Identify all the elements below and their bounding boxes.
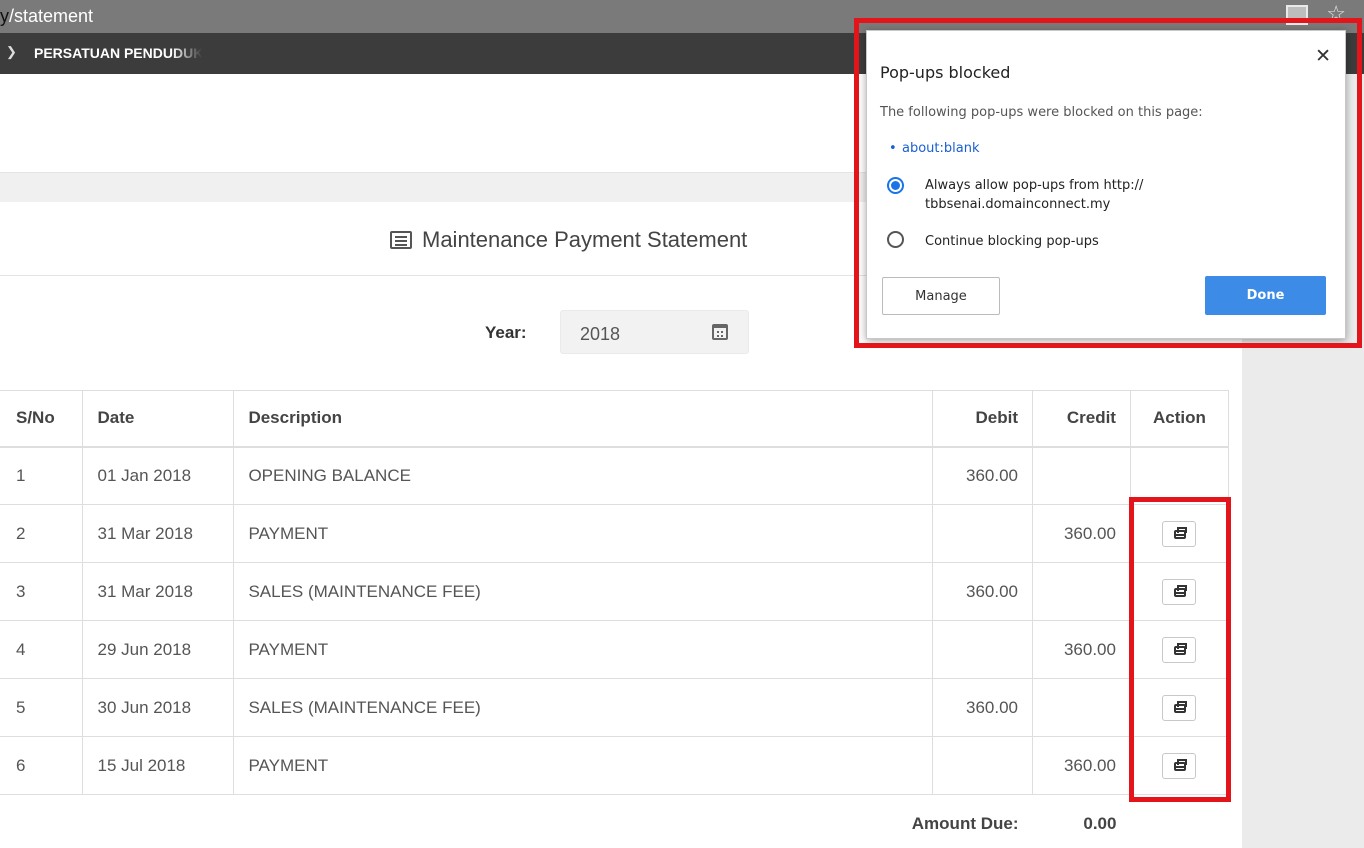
allow-label-line2: tbbsenai.domainconnect.my — [925, 197, 1111, 212]
header-date: Date — [82, 390, 235, 448]
cell-sno: 6 — [0, 736, 84, 795]
popup-description: The following pop-ups were blocked on th… — [880, 105, 1203, 120]
print-icon — [1174, 526, 1188, 539]
cell-credit — [1032, 446, 1131, 505]
allow-label-line1: Always allow pop-ups from http:// — [925, 178, 1144, 193]
cell-date: 15 Jul 2018 — [82, 736, 235, 795]
cell-credit: 360.00 — [1032, 620, 1131, 679]
cell-description: PAYMENT — [233, 736, 934, 795]
print-button[interactable] — [1162, 520, 1197, 547]
radio-continue-blocking[interactable] — [887, 231, 904, 248]
print-button[interactable] — [1162, 694, 1197, 721]
done-button[interactable]: Done — [1205, 276, 1326, 315]
header-description: Description — [233, 390, 934, 448]
cell-sno: 3 — [0, 562, 84, 621]
cell-description: SALES (MAINTENANCE FEE) — [233, 562, 934, 621]
cell-description: PAYMENT — [233, 504, 934, 563]
cell-credit — [1032, 562, 1131, 621]
cell-sno: 4 — [0, 620, 84, 679]
popup-blocked-dialog: Pop-ups blocked ✕ The following pop-ups … — [866, 30, 1346, 339]
list-alt-icon — [390, 231, 412, 249]
cell-debit: 360.00 — [932, 562, 1033, 621]
close-icon[interactable]: ✕ — [1315, 45, 1331, 67]
cell-debit — [932, 620, 1033, 679]
cell-debit — [932, 504, 1033, 563]
amount-due-label: Amount Due: — [911, 813, 1019, 833]
url-text[interactable]: y/statement — [0, 6, 93, 27]
print-button[interactable] — [1162, 752, 1197, 779]
print-icon — [1174, 700, 1188, 713]
cell-action — [1129, 562, 1230, 621]
cell-date: 31 Mar 2018 — [82, 562, 235, 621]
table-row: 6 15 Jul 2018 PAYMENT 360.00 — [0, 736, 1230, 795]
cell-credit — [1032, 678, 1131, 737]
amount-due-value: 0.00 — [1083, 813, 1117, 833]
radio-continue-blocking-label[interactable]: Continue blocking pop-ups — [925, 232, 1099, 251]
cell-date: 29 Jun 2018 — [82, 620, 235, 679]
cell-description: PAYMENT — [233, 620, 934, 679]
year-picker[interactable]: 2018 — [560, 310, 749, 354]
bookmark-item[interactable]: PERSATUAN PENDUDUK — [34, 45, 202, 61]
cell-credit: 360.00 — [1032, 504, 1131, 563]
calendar-icon[interactable] — [712, 324, 728, 340]
print-icon — [1174, 642, 1188, 655]
header-credit: Credit — [1032, 390, 1131, 448]
table-header-row: S/No Date Description Debit Credit Actio… — [0, 390, 1230, 448]
table-row: 5 30 Jun 2018 SALES (MAINTENANCE FEE) 36… — [0, 678, 1230, 737]
year-value: 2018 — [580, 324, 621, 344]
bookmark-star-icon[interactable]: ☆ — [1326, 1, 1346, 27]
header-debit: Debit — [932, 390, 1033, 448]
cell-sno: 1 — [0, 446, 84, 505]
page-info-icon[interactable] — [1286, 5, 1308, 25]
cell-action — [1129, 736, 1230, 795]
table-row: 3 31 Mar 2018 SALES (MAINTENANCE FEE) 36… — [0, 562, 1230, 621]
page-title-text: Maintenance Payment Statement — [422, 227, 748, 252]
chevron-left-icon[interactable]: ❯ — [6, 44, 17, 60]
cell-description: SALES (MAINTENANCE FEE) — [233, 678, 934, 737]
header-sno: S/No — [0, 390, 84, 448]
manage-button[interactable]: Manage — [882, 277, 1000, 315]
cell-date: 30 Jun 2018 — [82, 678, 235, 737]
address-bar[interactable]: y/statement ☆ — [0, 0, 1364, 33]
cell-action — [1129, 678, 1230, 737]
table-row: 1 01 Jan 2018 OPENING BALANCE 360.00 — [0, 446, 1230, 505]
page-title: Maintenance Payment Statement — [390, 227, 747, 253]
amount-due-row: Amount Due: 0.00 — [0, 795, 1229, 848]
year-label: Year: — [485, 323, 527, 342]
cell-debit — [932, 736, 1033, 795]
cell-debit: 360.00 — [932, 678, 1033, 737]
print-icon — [1174, 758, 1188, 771]
print-icon — [1174, 584, 1188, 597]
print-button[interactable] — [1162, 636, 1197, 663]
popup-title: Pop-ups blocked — [880, 63, 1011, 82]
radio-always-allow[interactable] — [887, 177, 904, 194]
header-action: Action — [1129, 390, 1230, 448]
cell-credit: 360.00 — [1032, 736, 1131, 795]
amount-due-spacer — [1130, 795, 1228, 848]
cell-action — [1129, 504, 1230, 563]
cell-sno: 2 — [0, 504, 84, 563]
table-row: 4 29 Jun 2018 PAYMENT 360.00 — [0, 620, 1230, 679]
cell-date: 01 Jan 2018 — [82, 446, 235, 505]
table-row: 2 31 Mar 2018 PAYMENT 360.00 — [0, 504, 1230, 563]
cell-debit: 360.00 — [932, 446, 1033, 505]
radio-always-allow-label[interactable]: Always allow pop-ups from http:// tbbsen… — [925, 176, 1143, 214]
blocked-popup-link[interactable]: about:blank — [889, 141, 979, 156]
statement-table: S/No Date Description Debit Credit Actio… — [0, 390, 1230, 848]
cell-sno: 5 — [0, 678, 84, 737]
cell-description: OPENING BALANCE — [233, 446, 934, 505]
cell-action — [1129, 446, 1230, 505]
cell-action — [1129, 620, 1230, 679]
cell-date: 31 Mar 2018 — [82, 504, 235, 563]
print-button[interactable] — [1162, 578, 1197, 605]
